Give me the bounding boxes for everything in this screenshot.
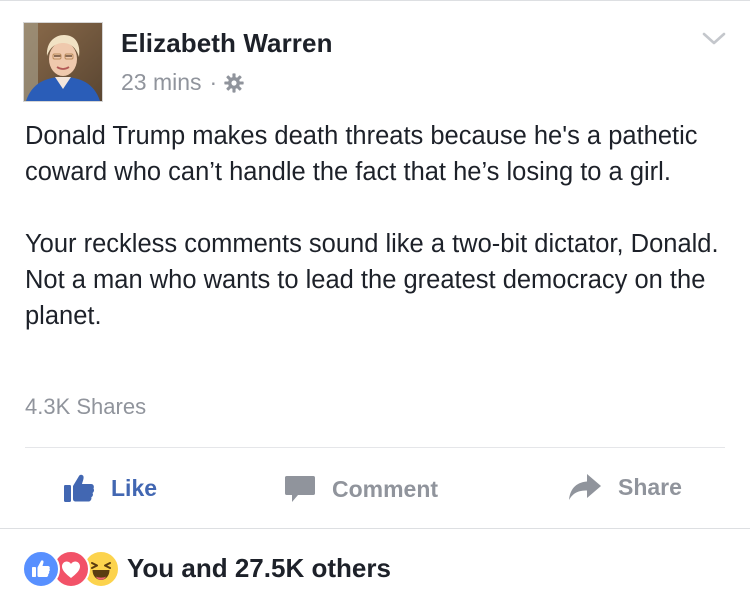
post-paragraph: Donald Trump makes death threats because… bbox=[25, 122, 698, 186]
comment-icon bbox=[284, 473, 332, 505]
comment-button[interactable]: Comment bbox=[284, 473, 438, 505]
share-arrow-icon bbox=[568, 473, 618, 501]
like-reaction-icon bbox=[22, 550, 60, 588]
reactions-count[interactable]: You and 27.5K others bbox=[127, 553, 391, 584]
author-name[interactable]: Elizabeth Warren bbox=[121, 28, 333, 59]
reactions-summary[interactable]: You and 27.5K others bbox=[22, 550, 391, 588]
divider bbox=[25, 447, 725, 448]
post-card: Elizabeth Warren 23 mins · Donald Trump … bbox=[0, 0, 750, 611]
meta-separator: · bbox=[209, 69, 218, 95]
divider bbox=[0, 528, 750, 529]
avatar-photo bbox=[24, 23, 102, 101]
gear-icon[interactable] bbox=[223, 72, 245, 94]
chevron-down-icon[interactable] bbox=[700, 29, 728, 49]
share-button[interactable]: Share bbox=[568, 473, 682, 501]
like-label: Like bbox=[111, 474, 158, 501]
post-paragraph: Your reckless comments sound like a two-… bbox=[25, 230, 719, 330]
post-timestamp[interactable]: 23 mins bbox=[121, 69, 202, 96]
share-count[interactable]: 4.3K Shares bbox=[25, 394, 146, 420]
share-label: Share bbox=[618, 473, 682, 500]
post-body: Donald Trump makes death threats because… bbox=[25, 118, 725, 334]
reaction-icons bbox=[22, 550, 122, 588]
thumbs-up-icon bbox=[63, 473, 111, 503]
avatar[interactable] bbox=[23, 22, 103, 102]
comment-label: Comment bbox=[332, 475, 439, 502]
like-button[interactable]: Like bbox=[63, 473, 157, 503]
post-meta: 23 mins · bbox=[121, 69, 245, 96]
